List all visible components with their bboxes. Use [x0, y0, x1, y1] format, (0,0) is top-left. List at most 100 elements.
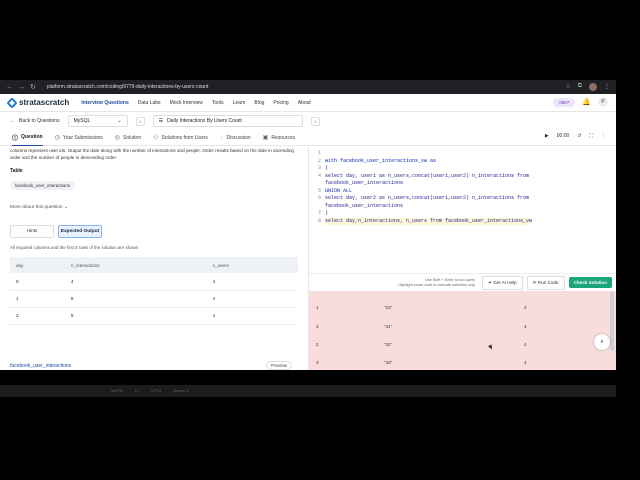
- more-about-question[interactable]: More about this question ⌄: [10, 205, 298, 210]
- url-text[interactable]: platform.stratascratch.com/coding/9779-d…: [47, 84, 208, 90]
- nav-blog[interactable]: Blog: [254, 100, 264, 106]
- check-solution-button[interactable]: Check Solution: [568, 277, 612, 288]
- results-scrollbar[interactable]: [610, 291, 614, 351]
- bell-icon[interactable]: 🔔: [582, 98, 591, 106]
- result-cell: "43": [384, 360, 393, 365]
- star-icon[interactable]: ☆: [565, 83, 570, 91]
- output-toggle: Hints Expected Output: [10, 225, 298, 238]
- nav-tools[interactable]: Tools: [212, 100, 224, 106]
- reload-icon[interactable]: ↻: [30, 83, 36, 91]
- code-line: facebook_user_interactions: [325, 202, 404, 209]
- navbar-right: 0887 🔔 P: [553, 97, 608, 107]
- more-icon[interactable]: ⋮: [601, 133, 606, 139]
- question-bar: ← Back to Questions MySQL ⌄ ‹ ☰ Daily Inter…: [0, 113, 616, 129]
- col-header: n_interactions: [64, 257, 207, 273]
- table-link[interactable]: facebook_user_interactions: [10, 363, 71, 369]
- tab-resources[interactable]: ▣ Resources: [263, 130, 296, 146]
- tab-solutions-users-label: Solutions from Users: [161, 134, 208, 141]
- line-number: 8: [317, 217, 321, 224]
- table-cell: 2: [10, 307, 65, 325]
- profile-avatar[interactable]: [589, 83, 597, 91]
- forward-arrow-icon[interactable]: →: [18, 84, 25, 91]
- nav-about[interactable]: About: [298, 100, 311, 106]
- table-cell: 4: [206, 273, 298, 291]
- run-code-button[interactable]: ⟳ Run Code: [526, 275, 565, 290]
- line-number: 6: [317, 195, 321, 201]
- nav-mock-interview[interactable]: Mock Interview: [170, 100, 203, 106]
- reset-icon[interactable]: ↺: [577, 133, 581, 139]
- extensions-icon[interactable]: ⧉: [578, 83, 582, 91]
- table-cell: 4: [206, 290, 298, 308]
- app-navbar: stratascratch Interview Questions Data L…: [0, 94, 616, 112]
- user-avatar[interactable]: P: [598, 97, 608, 107]
- status-item: Text File: [110, 389, 124, 393]
- arrow-left-icon: ←: [10, 118, 15, 124]
- browser-chrome: ← → ↻ platform.stratascratch.com/coding/…: [0, 80, 616, 94]
- result-cell: 2: [524, 305, 527, 310]
- table-cell: 8: [64, 290, 207, 308]
- timer-value: 00:00: [556, 133, 570, 139]
- table-row: 1 8 4: [10, 290, 298, 308]
- list-icon: ☰: [158, 118, 164, 124]
- result-cell: 3: [316, 360, 319, 365]
- browser-window: ← → ↻ platform.stratascratch.com/coding/…: [0, 80, 616, 370]
- question-icon: ⓵: [12, 135, 19, 142]
- line-number: [309, 180, 321, 188]
- tab-solution-label: Solution: [123, 134, 142, 141]
- tab-submissions-label: Your Submissions: [62, 134, 103, 141]
- question-tabs: ⓵ Question ◷ Your Submissions ◎ Solution ⚇ S…: [0, 130, 616, 146]
- tab-discussion[interactable]: ◌ Discussion: [220, 130, 251, 146]
- chat-icon: ◌: [219, 134, 224, 141]
- chevron-down-icon: ⌄: [63, 205, 68, 210]
- back-arrow-icon[interactable]: ←: [6, 84, 13, 91]
- line-number: 5: [317, 187, 321, 194]
- line-number: 7: [317, 210, 321, 216]
- table-heading: Table: [10, 168, 23, 174]
- question-description: columns represent user ids. Output the d…: [10, 148, 294, 160]
- nav-interview-questions[interactable]: Interview Questions: [81, 100, 129, 106]
- fullscreen-icon[interactable]: ⛶: [589, 133, 593, 139]
- logo[interactable]: stratascratch: [6, 96, 69, 109]
- expected-output-table: day n_interactions n_users 0 4 4 1 8 4 2: [10, 257, 298, 325]
- hints-button[interactable]: Hints: [10, 225, 54, 238]
- next-question-button[interactable]: ›: [310, 116, 320, 126]
- run-label: Run Code: [537, 279, 559, 285]
- code-editor[interactable]: 1 2 3 4 5 6 7 8 with facebook_user_inter…: [309, 147, 616, 273]
- tab-question[interactable]: ⓵ Question: [12, 130, 43, 146]
- query-results: 1 "23" 2 2 "41" 4 2 "42" 4 3 "43" 4: [309, 291, 616, 370]
- play-icon[interactable]: ▶: [545, 133, 549, 139]
- question-title-selector[interactable]: ☰ Daily Interactions By Users Count: [152, 115, 303, 127]
- result-cell: 2: [316, 342, 319, 347]
- line-number: 3: [317, 165, 321, 171]
- code-line: UNION ALL: [325, 187, 353, 194]
- chat-icon[interactable]: ⌕: [594, 334, 610, 350]
- table-row: 2 5 4: [10, 307, 298, 325]
- line-number: 1: [317, 150, 321, 156]
- nav-data-labs[interactable]: Data Labs: [138, 100, 161, 106]
- get-ai-help-button[interactable]: ✦ Get AI Help: [482, 275, 523, 290]
- preview-button[interactable]: Preview: [266, 361, 293, 370]
- nav-learn[interactable]: Learn: [233, 100, 246, 106]
- expected-output-button[interactable]: Expected Output: [58, 225, 102, 238]
- nav-pricing[interactable]: Pricing: [273, 100, 288, 106]
- language-dropdown[interactable]: MySQL ⌄: [67, 115, 128, 127]
- prev-question-button[interactable]: ‹: [135, 116, 145, 126]
- table-row: 0 4 4: [10, 273, 298, 291]
- tab-solution[interactable]: ◎ Solution: [115, 130, 141, 146]
- code-line: with facebook_user_interactions_vw as: [325, 157, 437, 164]
- result-cell: 2: [316, 324, 319, 329]
- table-chip[interactable]: facebook_user_interactions: [10, 181, 76, 190]
- menu-icon[interactable]: ⋮: [604, 83, 610, 91]
- line-number: 2: [317, 157, 321, 164]
- back-to-questions-link[interactable]: ← Back to Questions: [10, 118, 60, 124]
- code-line: (: [325, 165, 329, 171]
- tab-solutions-from-users[interactable]: ⚇ Solutions from Users: [153, 130, 208, 146]
- question-panel: columns represent user ids. Output the d…: [0, 147, 308, 370]
- tab-submissions[interactable]: ◷ Your Submissions: [55, 130, 103, 146]
- streak-badge[interactable]: 0887: [553, 97, 576, 107]
- address-bar[interactable]: ← → ↻ platform.stratascratch.com/coding/…: [0, 80, 616, 94]
- col-header: day: [10, 257, 65, 273]
- table-cell: 0: [10, 273, 65, 291]
- clock-icon: ◷: [54, 135, 60, 141]
